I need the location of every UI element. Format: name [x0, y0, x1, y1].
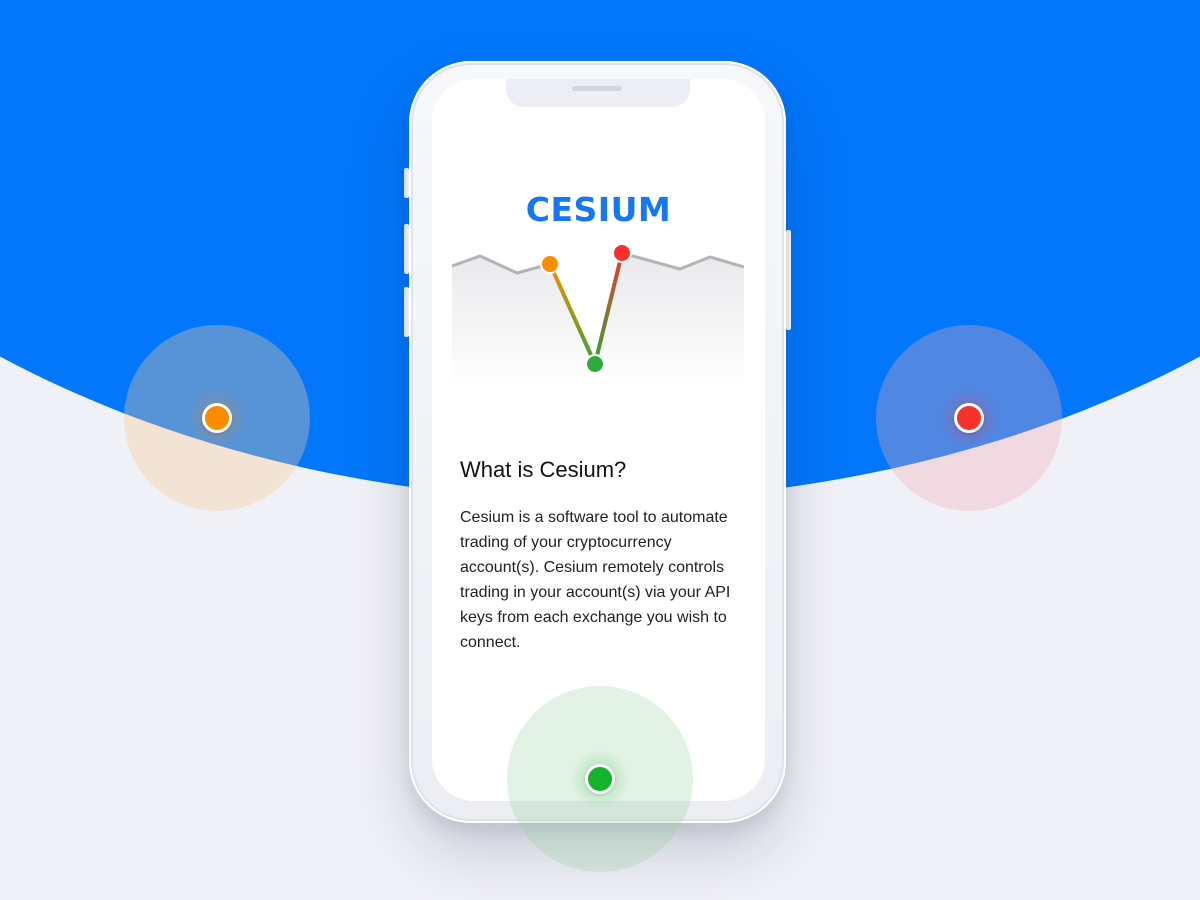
cesium-logo-text: CESIUM	[525, 190, 672, 229]
phone-power-button	[786, 230, 791, 330]
phone-volume-down-button	[404, 287, 409, 337]
green-marker-halo	[507, 686, 693, 872]
logo-green-dot	[585, 354, 605, 374]
red-marker-halo	[876, 325, 1062, 511]
section-description: Cesium is a software tool to automate tr…	[460, 509, 731, 651]
phone-mute-switch	[404, 168, 409, 198]
cesium-logo-chart-graphic	[452, 243, 744, 388]
phone-speaker	[572, 86, 622, 91]
orange-marker-halo	[124, 325, 310, 511]
logo-orange-dot	[540, 254, 560, 274]
green-marker-dot	[585, 764, 615, 794]
phone-volume-up-button	[404, 224, 409, 274]
logo-red-dot	[612, 243, 632, 263]
section-heading: What is Cesium?	[460, 457, 627, 482]
red-marker-dot	[954, 403, 984, 433]
orange-marker-dot	[202, 403, 232, 433]
phone-notch	[506, 79, 690, 107]
